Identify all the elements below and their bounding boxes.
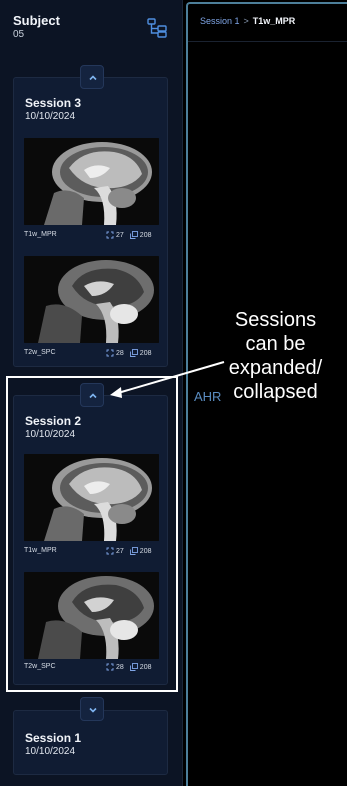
expand-session-1-button[interactable]: [80, 697, 104, 721]
annotation-line: collapsed: [233, 381, 318, 403]
series-dims: 27: [116, 231, 124, 239]
session-title: Session 3: [25, 96, 82, 110]
session-card-3[interactable]: Session 3 10/10/2024 T1w_MPR 27 208 T2w_…: [13, 77, 168, 367]
series-label: T1w_MPR: [24, 231, 57, 238]
series-dims: 28: [116, 349, 124, 357]
series-thumbnail-t1w[interactable]: [24, 138, 159, 225]
stack-icon: [129, 231, 138, 239]
session-date: 10/10/2024: [25, 746, 76, 757]
subject-header: Subject 05: [0, 0, 182, 50]
annotation-line: Sessions: [234, 309, 317, 331]
chevron-up-icon: [89, 75, 97, 81]
breadcrumb-separator: >: [243, 16, 249, 26]
annotation-highlight-box: [6, 376, 178, 692]
annotation-line: can be: [245, 333, 306, 355]
annotation-callout: Sessions can be expanded/ collapsed: [218, 308, 333, 404]
layout-tree-icon[interactable]: [146, 17, 168, 39]
app-root: Subject 05 Session 3 10/10/2024 T1w_MPR …: [0, 0, 347, 786]
breadcrumb: Session 1 > T1w_MPR: [200, 16, 295, 26]
series-thumbnail-t2w[interactable]: [24, 256, 159, 343]
stack-icon: [129, 349, 138, 357]
dimension-icon: [106, 349, 114, 357]
breadcrumb-current-series: T1w_MPR: [252, 16, 296, 26]
collapse-session-3-button[interactable]: [80, 65, 104, 89]
series-meta: 27 208: [106, 231, 151, 239]
subject-title: Subject: [13, 13, 60, 28]
annotation-line: expanded/: [228, 357, 323, 379]
chevron-down-icon: [89, 707, 97, 713]
session-title: Session 1: [25, 731, 82, 745]
series-count: 208: [139, 349, 152, 357]
series-count: 208: [139, 231, 152, 239]
series-label: T2w_SPC: [24, 349, 56, 356]
breadcrumb-session-link[interactable]: Session 1: [200, 16, 240, 26]
viewport-divider: [188, 41, 347, 42]
subject-id: 05: [13, 29, 25, 40]
session-date: 10/10/2024: [25, 111, 76, 122]
dimension-icon: [106, 231, 114, 239]
series-meta: 28 208: [106, 349, 151, 357]
